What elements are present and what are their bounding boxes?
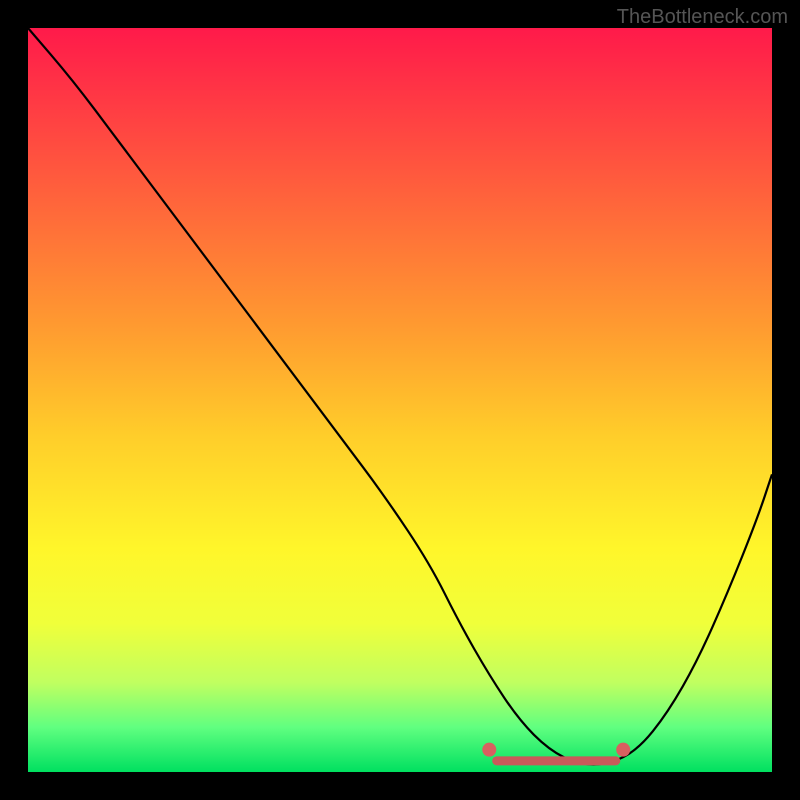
- bottleneck-curve-line: [28, 28, 772, 765]
- chart-svg: [28, 28, 772, 772]
- chart-plot-area: [28, 28, 772, 772]
- trough-marker-right: [616, 743, 630, 757]
- watermark-text: TheBottleneck.com: [617, 6, 788, 29]
- trough-marker-left: [482, 743, 496, 757]
